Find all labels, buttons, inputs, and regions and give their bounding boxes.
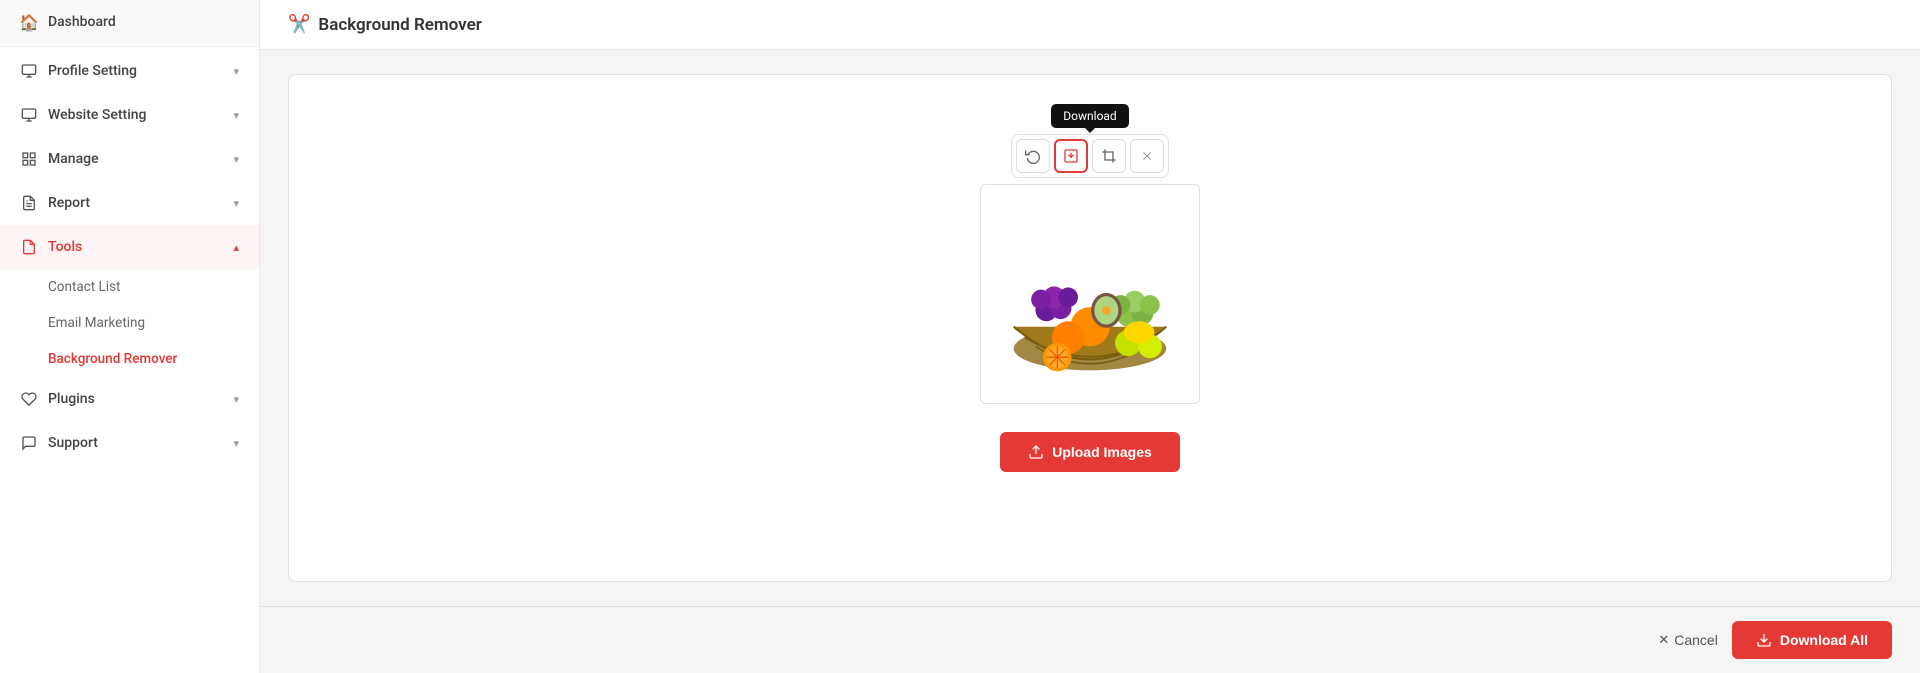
chevron-down-icon: ▾: [233, 153, 239, 166]
support-icon: [20, 434, 38, 452]
sidebar-item-contact-list[interactable]: Contact List: [48, 269, 259, 305]
download-all-button[interactable]: Download All: [1732, 621, 1892, 659]
image-toolbar: [1011, 134, 1169, 178]
download-all-icon: [1756, 632, 1772, 648]
sidebar-item-website-setting[interactable]: Website Setting ▾: [0, 93, 259, 137]
background-remover-icon: ✂️: [288, 14, 310, 35]
crop-button[interactable]: [1092, 139, 1126, 173]
sidebar-item-manage[interactable]: Manage ▾: [0, 137, 259, 181]
bottom-bar: ✕ Cancel Download All: [260, 606, 1920, 673]
sidebar-item-tools[interactable]: Tools ▴: [0, 225, 259, 269]
download-button[interactable]: [1054, 139, 1088, 173]
image-frame: [980, 184, 1200, 404]
sidebar-item-label: Website Setting: [48, 107, 147, 123]
upload-icon: [1028, 444, 1044, 460]
sidebar-item-label: Support: [48, 435, 98, 451]
sidebar-item-report[interactable]: Report ▾: [0, 181, 259, 225]
sidebar-item-label: Report: [48, 195, 90, 211]
page-header: ✂️ Background Remover: [260, 0, 1920, 50]
background-remover-label: Background Remover: [48, 351, 177, 367]
website-icon: [20, 106, 38, 124]
chevron-up-icon: ▴: [233, 241, 239, 254]
contact-list-label: Contact List: [48, 279, 120, 295]
manage-icon: [20, 150, 38, 168]
tools-icon: [20, 238, 38, 256]
main-card: Download: [288, 74, 1892, 582]
download-tooltip-wrapper: Download: [1051, 104, 1128, 128]
rotate-button[interactable]: [1016, 139, 1050, 173]
main-content: ✂️ Background Remover Download: [260, 0, 1920, 673]
sidebar-item-email-marketing[interactable]: Email Marketing: [48, 305, 259, 341]
download-all-label: Download All: [1780, 632, 1868, 648]
plugins-icon: [20, 390, 38, 408]
cancel-x-icon: ✕: [1658, 632, 1669, 648]
cancel-button[interactable]: ✕ Cancel: [1658, 632, 1718, 648]
chevron-down-icon: ▾: [233, 197, 239, 210]
dashboard-icon: 🏠: [20, 13, 38, 31]
sidebar-item-profile-setting[interactable]: Profile Setting ▾: [0, 49, 259, 93]
upload-button-label: Upload Images: [1052, 444, 1152, 460]
sidebar-item-support[interactable]: Support ▾: [0, 421, 259, 465]
tools-submenu: Contact List Email Marketing Background …: [0, 269, 259, 377]
upload-images-button[interactable]: Upload Images: [1000, 432, 1180, 472]
sidebar-item-dashboard[interactable]: 🏠 Dashboard: [0, 0, 259, 44]
sidebar-item-label: Manage: [48, 151, 99, 167]
image-preview-container: Download: [980, 184, 1200, 404]
chevron-down-icon: ▾: [233, 65, 239, 78]
fruit-basket-image: [981, 185, 1199, 403]
page-title: Background Remover: [318, 15, 481, 35]
sidebar: 🏠 Dashboard Profile Setting ▾ Website Se…: [0, 0, 260, 673]
sidebar-item-label: Dashboard: [48, 14, 116, 30]
chevron-down-icon: ▾: [233, 393, 239, 406]
cancel-label: Cancel: [1674, 632, 1718, 648]
download-tooltip: Download: [1051, 104, 1128, 128]
sidebar-item-label: Tools: [48, 239, 82, 255]
sidebar-item-background-remover[interactable]: Background Remover: [48, 341, 259, 377]
chevron-down-icon: ▾: [233, 109, 239, 122]
report-icon: [20, 194, 38, 212]
sidebar-item-plugins[interactable]: Plugins ▾: [0, 377, 259, 421]
sidebar-item-label: Plugins: [48, 391, 95, 407]
close-button[interactable]: [1130, 139, 1164, 173]
chevron-down-icon: ▾: [233, 437, 239, 450]
content-area: Download: [260, 50, 1920, 606]
sidebar-item-label: Profile Setting: [48, 63, 137, 79]
profile-icon: [20, 62, 38, 80]
tooltip-arrow: [1085, 128, 1095, 133]
email-marketing-label: Email Marketing: [48, 315, 145, 331]
